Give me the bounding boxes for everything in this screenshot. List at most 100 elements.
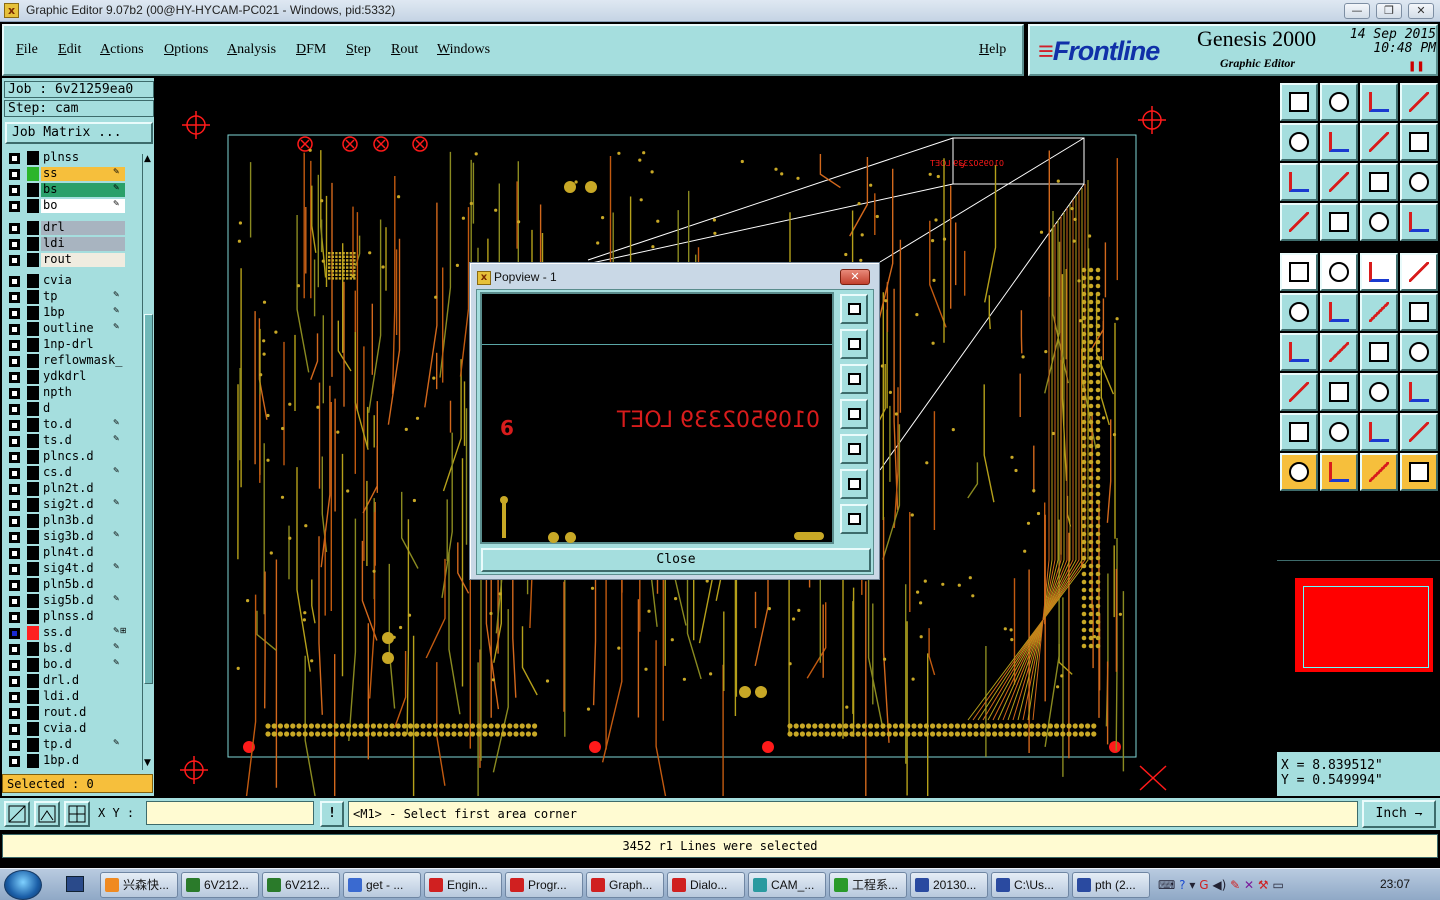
menu-actions[interactable]: Actions bbox=[100, 42, 144, 58]
layer-color-swatch[interactable] bbox=[27, 594, 39, 608]
center-icon[interactable] bbox=[1320, 163, 1358, 201]
keyboard-icon[interactable]: ⌨ bbox=[1158, 878, 1175, 892]
layer-checkbox[interactable] bbox=[9, 356, 20, 367]
layer-row[interactable]: rout bbox=[5, 252, 140, 268]
layer-color-swatch[interactable] bbox=[27, 690, 39, 704]
tray-expand-icon[interactable]: ▾ bbox=[1189, 878, 1195, 892]
angle-icon[interactable] bbox=[1280, 333, 1318, 371]
layer-checkbox[interactable] bbox=[9, 404, 20, 415]
layer-color-swatch[interactable] bbox=[27, 610, 39, 624]
pan-left-icon[interactable] bbox=[840, 399, 868, 429]
layer-row[interactable]: pln3b.d bbox=[5, 513, 140, 529]
layer-row[interactable]: bo.d ✎ bbox=[5, 657, 140, 673]
scroll-thumb[interactable] bbox=[144, 314, 153, 684]
network-icon[interactable]: ▭ bbox=[1272, 878, 1283, 892]
layer-name[interactable]: pln2t.d bbox=[41, 482, 125, 496]
layer-checkbox[interactable] bbox=[9, 708, 20, 719]
layer-row[interactable]: plnss.d bbox=[5, 609, 140, 625]
taskbar-item[interactable]: get - ... bbox=[343, 872, 421, 898]
layer-name[interactable]: rout bbox=[41, 253, 125, 267]
layer-row[interactable]: rout.d bbox=[5, 705, 140, 721]
one-to-two-icon[interactable] bbox=[1360, 163, 1398, 201]
layer-row[interactable]: bo ✎ bbox=[5, 198, 140, 214]
layer-name[interactable]: 1bp.d bbox=[41, 754, 125, 768]
measure-icon[interactable] bbox=[34, 801, 60, 827]
layer-row[interactable]: ldi.d bbox=[5, 689, 140, 705]
layer-row[interactable]: cvia.d bbox=[5, 721, 140, 737]
move-icon[interactable] bbox=[1400, 293, 1438, 331]
layer-color-swatch[interactable] bbox=[27, 498, 39, 512]
layer-row[interactable]: pln4t.d bbox=[5, 545, 140, 561]
scroll-up-icon[interactable]: ▲ bbox=[144, 154, 151, 164]
start-button[interactable] bbox=[4, 870, 42, 900]
layer-row[interactable]: pln5b.d bbox=[5, 577, 140, 593]
popview-canvas[interactable]: 6 0109502339 LOET bbox=[480, 292, 834, 544]
grid-icon[interactable] bbox=[64, 801, 90, 827]
layer-row[interactable]: outline ✎ bbox=[5, 321, 140, 337]
layer-checkbox[interactable] bbox=[9, 596, 20, 607]
layer-checkbox[interactable] bbox=[9, 660, 20, 671]
layer-checkbox[interactable] bbox=[9, 388, 20, 399]
layer-checkbox[interactable] bbox=[9, 484, 20, 495]
close-button[interactable]: ✕ bbox=[1408, 3, 1434, 19]
layer-row[interactable]: 1np-drl bbox=[5, 337, 140, 353]
layer-color-swatch[interactable] bbox=[27, 562, 39, 576]
layer-checkbox[interactable] bbox=[9, 548, 20, 559]
grid-icon[interactable] bbox=[1320, 203, 1358, 241]
layer-checkbox[interactable] bbox=[9, 340, 20, 351]
layer-row[interactable]: d bbox=[5, 401, 140, 417]
center-icon[interactable] bbox=[840, 504, 868, 534]
layer-color-swatch[interactable] bbox=[27, 514, 39, 528]
line-icon[interactable] bbox=[1320, 253, 1358, 291]
layer-checkbox[interactable] bbox=[9, 201, 20, 212]
layer-color-swatch[interactable] bbox=[27, 578, 39, 592]
layer-color-swatch[interactable] bbox=[27, 354, 39, 368]
layer-color-swatch[interactable] bbox=[27, 151, 39, 165]
layer-row[interactable]: drl bbox=[5, 220, 140, 236]
ruler-icon[interactable] bbox=[1360, 253, 1398, 291]
layer-color-swatch[interactable] bbox=[27, 450, 39, 464]
taskbar-item[interactable]: Graph... bbox=[586, 872, 664, 898]
layer-checkbox[interactable] bbox=[9, 308, 20, 319]
layer-checkbox[interactable] bbox=[9, 292, 20, 303]
slash-icon[interactable] bbox=[1320, 333, 1358, 371]
taskbar-item[interactable]: Dialo... bbox=[667, 872, 745, 898]
rotate-icon[interactable] bbox=[1360, 333, 1398, 371]
window-icon[interactable] bbox=[1400, 83, 1438, 121]
open-icon[interactable] bbox=[1280, 83, 1318, 121]
layer-color-swatch[interactable] bbox=[27, 530, 39, 544]
taskbar-item[interactable]: Engin... bbox=[424, 872, 502, 898]
layer-scrollbar[interactable]: ▲ ▼ bbox=[142, 154, 154, 770]
menu-windows[interactable]: Windows bbox=[437, 42, 490, 58]
layer-color-swatch[interactable] bbox=[27, 626, 39, 640]
layer-checkbox[interactable] bbox=[9, 276, 20, 287]
layer-name[interactable]: 1np-drl bbox=[41, 338, 125, 352]
layer-name[interactable]: ldi bbox=[41, 237, 125, 251]
layer-row[interactable]: tp.d ✎ bbox=[5, 737, 140, 753]
layer-checkbox[interactable] bbox=[9, 500, 20, 511]
layer-name[interactable]: drl bbox=[41, 221, 125, 235]
taskbar-item[interactable]: 20130... bbox=[910, 872, 988, 898]
taskbar-item[interactable]: pth (2... bbox=[1072, 872, 1150, 898]
layer-checkbox[interactable] bbox=[9, 452, 20, 463]
security-tray-icon[interactable]: G bbox=[1199, 878, 1208, 892]
script-icon[interactable] bbox=[1400, 123, 1438, 161]
layer-row[interactable]: sig2t.d ✎ bbox=[5, 497, 140, 513]
unit-select[interactable]: Inch ⇁ bbox=[1362, 800, 1436, 828]
layer-row[interactable]: ss ✎ bbox=[5, 166, 140, 182]
layer-row[interactable]: to.d ✎ bbox=[5, 417, 140, 433]
layer-name[interactable]: ldi.d bbox=[41, 690, 125, 704]
zoom-home-icon[interactable] bbox=[840, 294, 868, 324]
menu-rout[interactable]: Rout bbox=[391, 42, 418, 58]
text-down-icon[interactable] bbox=[1400, 413, 1438, 451]
layer-checkbox[interactable] bbox=[9, 612, 20, 623]
layer-checkbox[interactable] bbox=[9, 153, 20, 164]
layer-checkbox[interactable] bbox=[9, 740, 20, 751]
layer-row[interactable]: tp ✎ bbox=[5, 289, 140, 305]
arc-icon[interactable] bbox=[1360, 293, 1398, 331]
job-matrix-button[interactable]: Job Matrix ... bbox=[5, 122, 153, 144]
layer-color-swatch[interactable] bbox=[27, 658, 39, 672]
layer-color-swatch[interactable] bbox=[27, 253, 39, 267]
layer-checkbox[interactable] bbox=[9, 468, 20, 479]
layer-name[interactable]: rout.d bbox=[41, 706, 125, 720]
